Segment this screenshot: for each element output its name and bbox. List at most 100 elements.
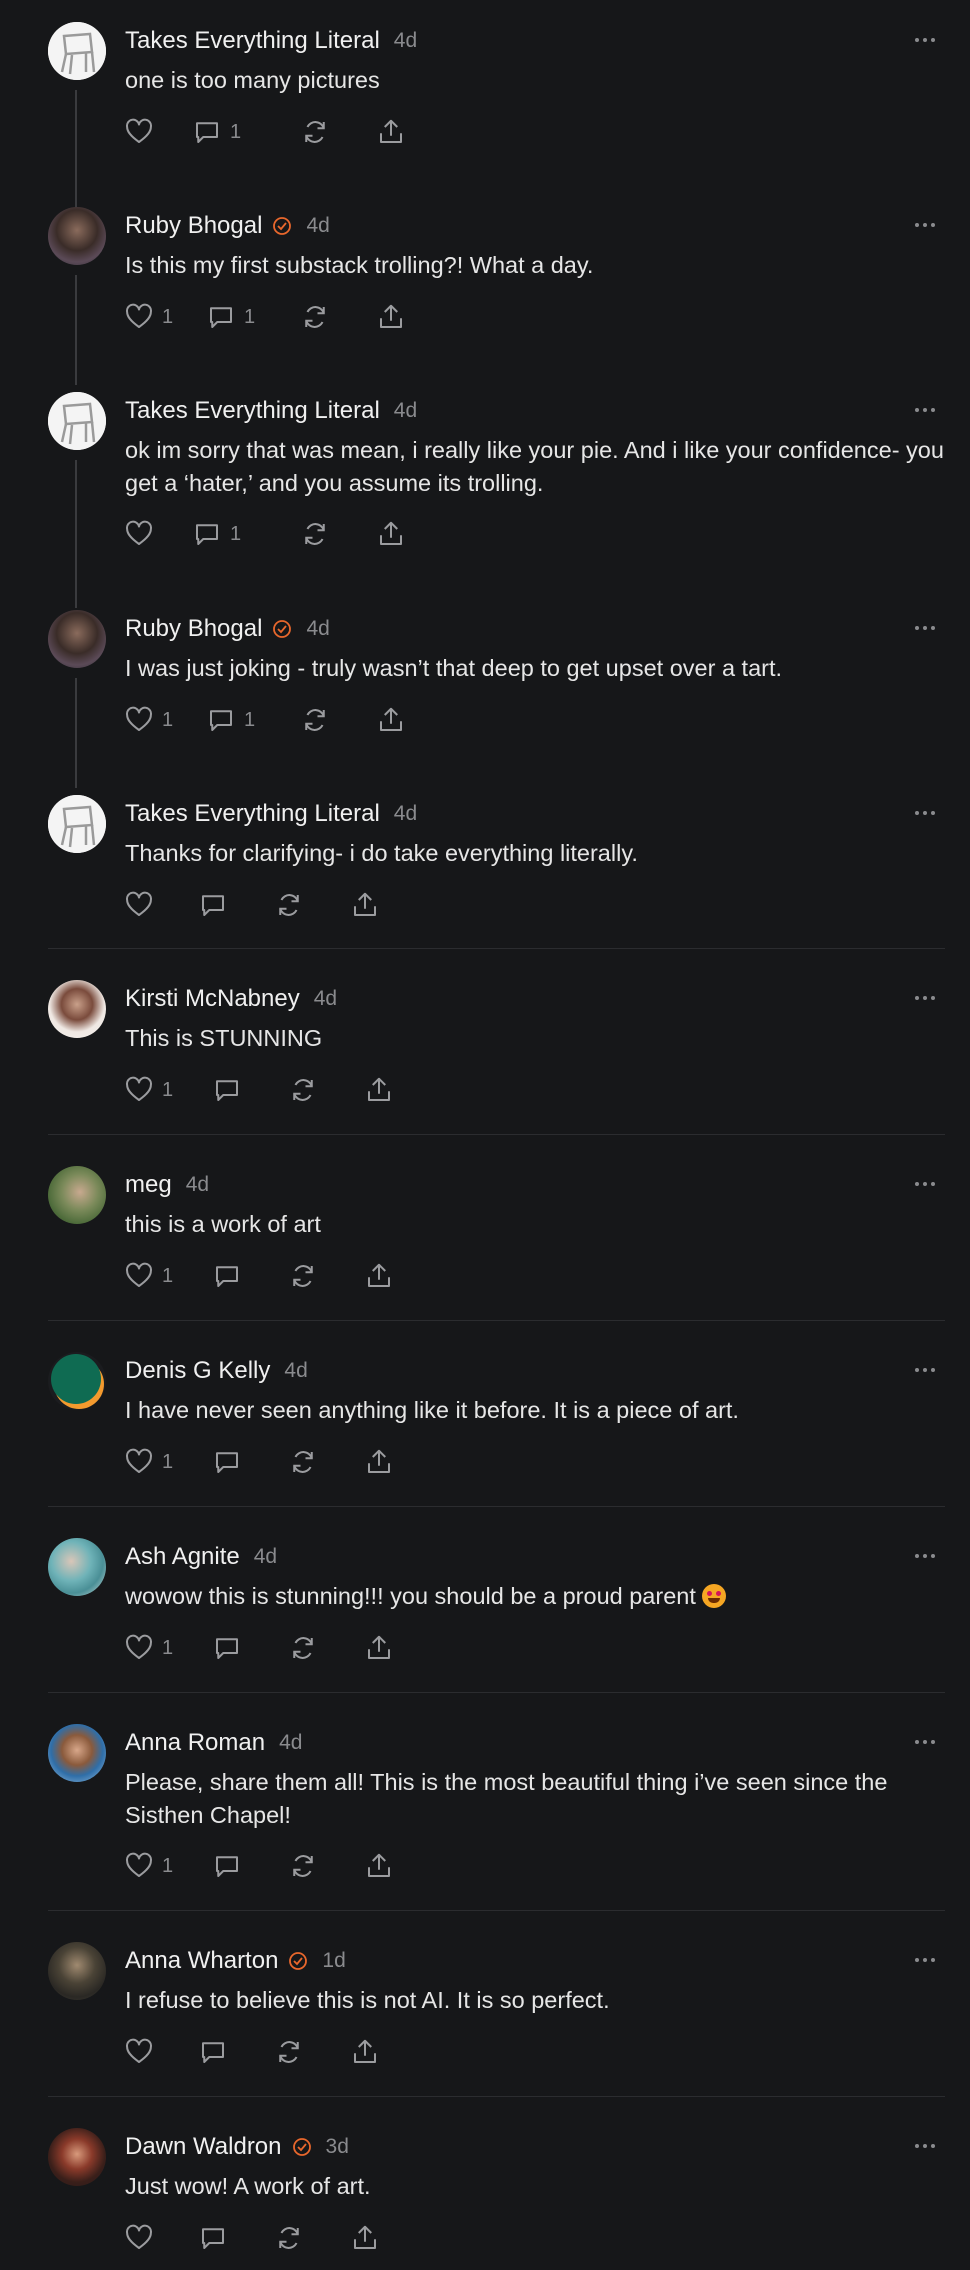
restack-button[interactable] <box>274 2218 350 2258</box>
more-options-icon[interactable] <box>910 213 940 237</box>
reply-button[interactable] <box>198 2218 274 2258</box>
like-button[interactable]: 1 <box>124 1628 212 1668</box>
reply-button[interactable] <box>212 1846 288 1886</box>
more-options-icon[interactable] <box>910 28 940 52</box>
author-name[interactable]: Takes Everything Literal <box>125 397 380 425</box>
share-button[interactable] <box>376 514 406 554</box>
comment-actions: 1 1 <box>124 297 406 337</box>
restack-button[interactable] <box>300 112 376 152</box>
reply-button[interactable]: 1 <box>206 297 300 337</box>
timestamp[interactable]: 4d <box>306 617 329 641</box>
like-button[interactable] <box>124 885 198 925</box>
more-options-icon[interactable] <box>910 1172 940 1196</box>
timestamp[interactable]: 4d <box>394 29 417 53</box>
more-options-icon[interactable] <box>910 398 940 422</box>
restack-button[interactable] <box>300 700 376 740</box>
author-name[interactable]: Ruby Bhogal <box>125 212 262 240</box>
more-options-icon[interactable] <box>910 1358 940 1382</box>
restack-button[interactable] <box>288 1442 364 1482</box>
reply-button[interactable] <box>198 2032 274 2072</box>
author-name[interactable]: Anna Wharton <box>125 1947 278 1975</box>
share-button[interactable] <box>364 1442 394 1482</box>
like-button[interactable]: 1 <box>124 297 206 337</box>
reply-button[interactable]: 1 <box>206 700 300 740</box>
like-button[interactable]: 1 <box>124 1070 212 1110</box>
photo-avatar[interactable] <box>48 610 106 668</box>
photo-avatar[interactable] <box>48 207 106 265</box>
restack-button[interactable] <box>288 1628 364 1668</box>
restack-button[interactable] <box>274 2032 350 2072</box>
photo-avatar[interactable] <box>48 980 106 1038</box>
more-options-icon[interactable] <box>910 1948 940 1972</box>
share-button[interactable] <box>364 1846 394 1886</box>
share-button[interactable] <box>364 1070 394 1110</box>
photo-avatar[interactable] <box>48 1942 106 2000</box>
author-name[interactable]: Takes Everything Literal <box>125 27 380 55</box>
photo-avatar[interactable] <box>48 1724 106 1782</box>
photo-avatar[interactable] <box>48 1166 106 1224</box>
author-name[interactable]: Anna Roman <box>125 1729 265 1757</box>
timestamp[interactable]: 4d <box>314 987 337 1011</box>
like-button[interactable] <box>124 2032 198 2072</box>
green-circle-avatar[interactable] <box>48 1352 106 1410</box>
timestamp[interactable]: 1d <box>322 1949 345 1973</box>
like-count: 1 <box>162 1636 174 1659</box>
like-button[interactable] <box>124 112 192 152</box>
reply-button[interactable] <box>212 1442 288 1482</box>
timestamp[interactable]: 4d <box>254 1545 277 1569</box>
like-button[interactable] <box>124 2218 198 2258</box>
restack-button[interactable] <box>288 1070 364 1110</box>
timestamp[interactable]: 4d <box>279 1731 302 1755</box>
like-button[interactable]: 1 <box>124 1256 212 1296</box>
more-options-icon[interactable] <box>910 1730 940 1754</box>
timestamp[interactable]: 4d <box>186 1173 209 1197</box>
author-name[interactable]: Dawn Waldron <box>125 2133 282 2161</box>
reply-button[interactable]: 1 <box>192 514 300 554</box>
like-button[interactable] <box>124 514 192 554</box>
author-name[interactable]: Denis G Kelly <box>125 1357 270 1385</box>
share-button[interactable] <box>376 700 406 740</box>
reply-button[interactable] <box>212 1070 288 1110</box>
timestamp[interactable]: 3d <box>326 2135 349 2159</box>
timestamp[interactable]: 4d <box>394 802 417 826</box>
restack-button[interactable] <box>288 1846 364 1886</box>
restack-button[interactable] <box>288 1256 364 1296</box>
restack-button[interactable] <box>300 514 376 554</box>
author-name[interactable]: meg <box>125 1171 172 1199</box>
more-options-icon[interactable] <box>910 616 940 640</box>
reply-button[interactable]: 1 <box>192 112 300 152</box>
timestamp[interactable]: 4d <box>306 214 329 238</box>
like-button[interactable]: 1 <box>124 1846 212 1886</box>
author-name[interactable]: Takes Everything Literal <box>125 800 380 828</box>
share-button[interactable] <box>350 885 380 925</box>
share-button[interactable] <box>350 2218 380 2258</box>
more-options-icon[interactable] <box>910 2134 940 2158</box>
chair-avatar[interactable] <box>48 22 106 80</box>
reply-button[interactable] <box>212 1256 288 1296</box>
comment-header: Anna Roman 4d <box>125 1726 302 1760</box>
author-name[interactable]: Ruby Bhogal <box>125 615 262 643</box>
share-button[interactable] <box>376 297 406 337</box>
reply-button[interactable] <box>198 885 274 925</box>
share-button[interactable] <box>376 112 406 152</box>
timestamp[interactable]: 4d <box>394 399 417 423</box>
more-options-icon[interactable] <box>910 986 940 1010</box>
timestamp[interactable]: 4d <box>284 1359 307 1383</box>
photo-avatar[interactable] <box>48 1538 106 1596</box>
more-options-icon[interactable] <box>910 1544 940 1568</box>
like-button[interactable]: 1 <box>124 700 206 740</box>
chair-avatar[interactable] <box>48 392 106 450</box>
share-button[interactable] <box>364 1256 394 1296</box>
share-button[interactable] <box>350 2032 380 2072</box>
chair-avatar[interactable] <box>48 795 106 853</box>
photo-avatar[interactable] <box>48 2128 106 2186</box>
reply-button[interactable] <box>212 1628 288 1668</box>
heart-icon <box>126 2038 152 2063</box>
author-name[interactable]: Ash Agnite <box>125 1543 240 1571</box>
restack-button[interactable] <box>300 297 376 337</box>
more-options-icon[interactable] <box>910 801 940 825</box>
share-button[interactable] <box>364 1628 394 1668</box>
like-button[interactable]: 1 <box>124 1442 212 1482</box>
author-name[interactable]: Kirsti McNabney <box>125 985 300 1013</box>
restack-button[interactable] <box>274 885 350 925</box>
